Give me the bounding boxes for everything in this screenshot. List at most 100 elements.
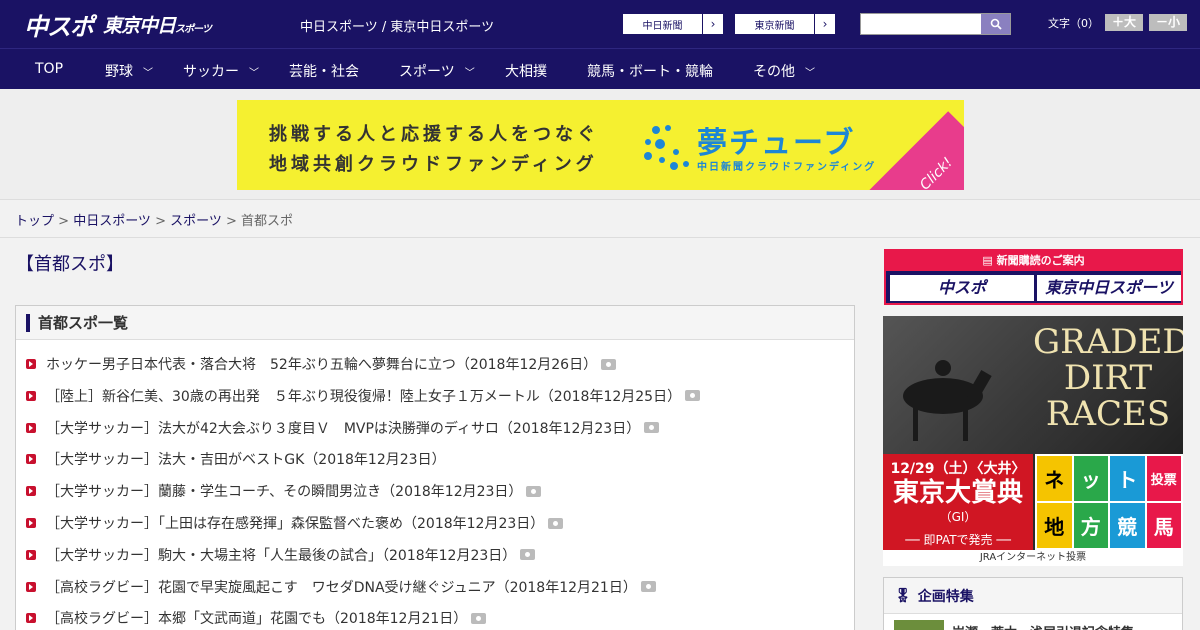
article-title: ［大学サッカー］法大・吉田がベストGK（2018年12月23日） (46, 452, 446, 469)
article-list-item[interactable]: ［大学サッカー］法大・吉田がベストGK（2018年12月23日） (26, 449, 446, 469)
nav-item-keiba[interactable]: 競馬・ボート・競輪 (587, 61, 713, 81)
search-input[interactable] (860, 13, 1011, 35)
camera-icon (640, 581, 656, 593)
logo-chuspo[interactable]: 中スポ (24, 7, 94, 42)
article-list-item[interactable]: ［大学サッカー］蘭藤・学生コーチ、その瞬間男泣き（2018年12月23日） (26, 481, 542, 501)
font-size-increase-button[interactable]: ＋大 (1105, 14, 1143, 31)
chevron-down-icon: ﹀ (805, 67, 815, 79)
breadcrumb-separator: > (221, 214, 242, 229)
article-list-item[interactable]: ［大学サッカー］法大が42大会ぶり３度目Ｖ MVPは決勝弾のディサロ（2018年… (26, 418, 660, 438)
logo-tokyo-chunichi-text: 東京中日 (103, 14, 176, 37)
banner-brand: 夢チューブ (697, 126, 856, 161)
newspaper-icon: ▤ (982, 254, 997, 267)
logo-sports-small: スポーツ (175, 23, 212, 35)
chevron-down-icon: ﹀ (143, 67, 153, 79)
camera-icon (526, 485, 542, 497)
ad-race-date: 12/29（土）〈大井〉 (890, 461, 1026, 477)
camera-icon (644, 422, 660, 434)
article-title: ホッケー男子日本代表・落合大将 52年ぶり五輪へ夢舞台に立つ（2018年12月2… (46, 357, 598, 373)
nav-item-baseball[interactable]: 野球 ﹀ (105, 61, 153, 81)
chevron-down-icon: ﹀ (249, 67, 259, 79)
click-corner (863, 111, 964, 190)
nav-item-sports[interactable]: スポーツ ﹀ (399, 61, 475, 81)
font-size-decrease-button[interactable]: －小 (1149, 14, 1187, 31)
tokyo-shinbun-link[interactable]: 東京新聞 › (734, 13, 836, 35)
search-button[interactable] (981, 14, 1010, 34)
play-bullet-icon (26, 518, 36, 528)
article-title: ［陸上］新谷仁美、30歳の再出発 ５年ぶり現役復帰！陸上女子１万メートル（201… (46, 388, 682, 405)
play-bullet-icon (26, 390, 36, 401)
breadcrumb-separator: > (54, 214, 74, 229)
ad-keiba-grid: ネット投票地方競馬 (1035, 454, 1183, 550)
subscription-title-text: 新聞購読のご案内 (996, 254, 1085, 267)
article-title: ［大学サッカー］駒大・大場主将「人生最後の試合」（2018年12月23日） (46, 547, 517, 564)
ad-title: GRADED DIRT RACES (1033, 322, 1183, 434)
play-bullet-icon (26, 422, 36, 433)
nav-item-sumo[interactable]: 大相撲 (505, 61, 547, 81)
page-title: 【首都スポ】 (16, 254, 124, 275)
advertisement-tokyo-daishoten[interactable]: GRADED DIRT RACES 12/29（土）〈大井〉 東京大賞典 （GI… (883, 316, 1183, 566)
banner-line2: 地域共創クラウドファンディング (269, 154, 598, 175)
ad-grid-cell: ト (1110, 456, 1145, 501)
chunichi-shinbun-link[interactable]: 中日新聞 › (622, 13, 724, 35)
subscription-title: ▤ 新聞購読のご案内 (886, 251, 1181, 271)
nav-item-soccer[interactable]: サッカー ﹀ (183, 61, 259, 81)
ad-grid-cell: 馬 (1146, 503, 1181, 548)
article-list-item[interactable]: ［高校ラグビー］花園で早実旋風起こす ワセダDNA受け継ぐジュニア（2018年1… (26, 577, 656, 597)
logo-tokyo-chunichi[interactable]: 東京中日スポーツ (103, 11, 212, 38)
camera-icon (471, 612, 487, 624)
play-bullet-icon (26, 581, 36, 592)
special-features-box: 🎖 企画特集 岩瀬・荒木・浅尾引退記念特集 (883, 577, 1183, 630)
article-title: ［大学サッカー］法大が42大会ぶり３度目Ｖ MVPは決勝弾のディサロ（2018年… (46, 420, 641, 437)
camera-icon (520, 549, 536, 561)
article-list-title: 首都スポ一覧 (38, 314, 129, 332)
chevron-right-icon: › (710, 17, 716, 31)
breadcrumb-sports[interactable]: スポーツ (170, 214, 222, 229)
font-size-controls: 文字（0） ＋大 －小 (1048, 14, 1187, 31)
feature-title: 岩瀬・荒木・浅尾引退記念特集 (952, 622, 1134, 630)
article-list-item[interactable]: ［大学サッカー］「上田は存在感発揮」森保監督べた褒め（2018年12月23日） (26, 513, 564, 533)
breadcrumb-top[interactable]: トップ (15, 214, 54, 229)
yume-tube-banner[interactable]: 挑戦する人と応援する人をつなぐ 地域共創クラウドファンディング 夢チューブ 中日… (237, 100, 964, 190)
ad-race-grade: （GI） (939, 510, 977, 524)
ad-pat-text: ── 即PATで発売 ── (905, 533, 1011, 547)
nav-item-top[interactable]: TOP (35, 61, 63, 77)
ad-grid-cell: 地 (1037, 503, 1072, 548)
nav-item-entertainment[interactable]: 芸能・社会 (289, 61, 359, 81)
play-bullet-icon (26, 613, 36, 624)
play-bullet-icon (26, 359, 36, 369)
nav-item-other[interactable]: その他 ﹀ (753, 61, 815, 81)
nav-label: スポーツ (399, 64, 455, 80)
breadcrumb: トップ > 中日スポーツ > スポーツ > 首都スポ (0, 200, 1200, 238)
ad-grid-cell: ネ (1037, 456, 1072, 501)
site-title[interactable]: 中日スポーツ / 東京中日スポーツ (300, 16, 494, 35)
special-feature-item[interactable]: 岩瀬・荒木・浅尾引退記念特集 (894, 620, 1134, 630)
article-title: ［大学サッカー］蘭藤・学生コーチ、その瞬間男泣き（2018年12月23日） (46, 484, 523, 501)
dots-logo-icon (644, 125, 689, 170)
article-list-item[interactable]: ホッケー男子日本代表・落合大将 52年ぶり五輪へ夢舞台に立つ（2018年12月2… (26, 354, 617, 374)
article-list-item[interactable]: ［高校ラグビー］本郷「文武両道」花園でも（2018年12月21日） (26, 608, 487, 628)
site-logo[interactable]: 中スポ 東京中日スポーツ (24, 7, 212, 42)
subscription-box[interactable]: ▤ 新聞購読のご案内 中スポ 東京中日スポーツ (884, 249, 1183, 305)
subscription-logo-chuspo[interactable]: 中スポ (890, 275, 1034, 301)
nav-label: 大相撲 (505, 64, 547, 80)
special-features-title: 企画特集 (917, 588, 974, 605)
nav-label: 芸能・社会 (289, 64, 359, 80)
article-list-item[interactable]: ［陸上］新谷仁美、30歳の再出発 ５年ぶり現役復帰！陸上女子１万メートル（201… (26, 386, 701, 406)
chevron-right-icon: › (822, 17, 828, 31)
ad-race-name: 東京大賞典 (892, 478, 1023, 508)
article-title: ［高校ラグビー］花園で早実旋風起こす ワセダDNA受け継ぐジュニア（2018年1… (46, 579, 637, 596)
article-title: ［大学サッカー］「上田は存在感発揮」森保監督べた褒め（2018年12月23日） (46, 516, 545, 532)
play-bullet-icon (26, 486, 36, 497)
subscription-logo-tokyo[interactable]: 東京中日スポーツ (1037, 275, 1181, 301)
article-list-item[interactable]: ［大学サッカー］駒大・大場主将「人生最後の試合」（2018年12月23日） (26, 545, 536, 565)
banner-line1: 挑戦する人と応援する人をつなぐ (269, 124, 599, 145)
article-title: ［高校ラグビー］本郷「文武両道」花園でも（2018年12月21日） (46, 611, 468, 628)
play-bullet-icon (26, 549, 36, 560)
ad-grid-cell: ッ (1073, 456, 1108, 501)
camera-icon (548, 517, 564, 529)
nav-label: 競馬・ボート・競輪 (587, 64, 713, 80)
camera-icon (685, 390, 701, 402)
breadcrumb-chunichi-sports[interactable]: 中日スポーツ (73, 214, 151, 229)
banner-brand-sub: 中日新聞クラウドファンディング (697, 162, 877, 173)
